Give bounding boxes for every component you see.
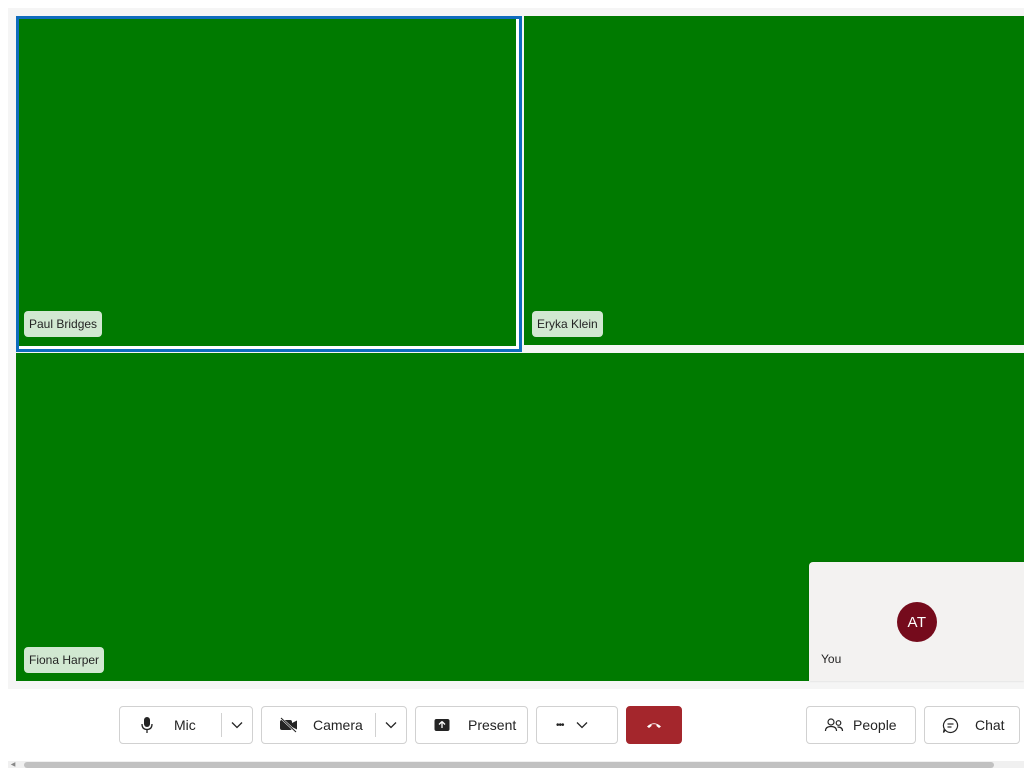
leave-call-button[interactable] bbox=[626, 706, 682, 744]
camera-label: Camera bbox=[313, 717, 363, 733]
self-view-tile[interactable]: AT You bbox=[809, 562, 1024, 681]
horizontal-scrollbar[interactable]: ◀ bbox=[8, 761, 1024, 768]
camera-button[interactable]: Camera bbox=[262, 707, 375, 743]
chat-label: Chat bbox=[975, 717, 1005, 733]
people-icon bbox=[824, 717, 844, 733]
camera-control: Camera bbox=[261, 706, 407, 744]
chevron-down-icon bbox=[576, 721, 588, 729]
present-label: Present bbox=[468, 717, 517, 733]
avatar: AT bbox=[897, 602, 937, 642]
chevron-down-icon bbox=[385, 721, 397, 729]
video-tile-paul-bridges[interactable]: Paul Bridges bbox=[16, 16, 522, 352]
chat-icon bbox=[942, 717, 959, 734]
more-icon: ••• bbox=[556, 719, 564, 731]
present-button[interactable]: Present bbox=[415, 706, 528, 744]
mic-label: Mic bbox=[174, 717, 196, 733]
mic-button[interactable]: Mic bbox=[120, 707, 221, 743]
scroll-left-icon[interactable]: ◀ bbox=[8, 761, 18, 768]
scrollbar-thumb[interactable] bbox=[24, 762, 994, 768]
tile-inner-border bbox=[19, 19, 519, 349]
share-screen-icon bbox=[434, 718, 450, 732]
self-view-label: You bbox=[821, 652, 842, 666]
participant-name-tag: Fiona Harper bbox=[24, 647, 105, 673]
people-label: People bbox=[853, 717, 897, 733]
hang-up-icon bbox=[646, 721, 662, 729]
mic-control: Mic bbox=[119, 706, 253, 744]
camera-off-icon bbox=[279, 717, 299, 733]
participant-name-tag: Paul Bridges bbox=[24, 311, 103, 337]
mic-options-button[interactable] bbox=[222, 707, 252, 743]
people-button[interactable]: People bbox=[806, 706, 916, 744]
video-tile-eryka-klein[interactable]: Eryka Klein bbox=[524, 16, 1024, 345]
active-speaker-ring bbox=[16, 16, 522, 352]
chevron-down-icon bbox=[231, 721, 243, 729]
more-actions-button[interactable]: ••• bbox=[536, 706, 618, 744]
camera-options-button[interactable] bbox=[376, 707, 406, 743]
participant-name-tag: Eryka Klein bbox=[532, 311, 603, 337]
microphone-icon bbox=[140, 716, 154, 734]
chat-button[interactable]: Chat bbox=[924, 706, 1020, 744]
